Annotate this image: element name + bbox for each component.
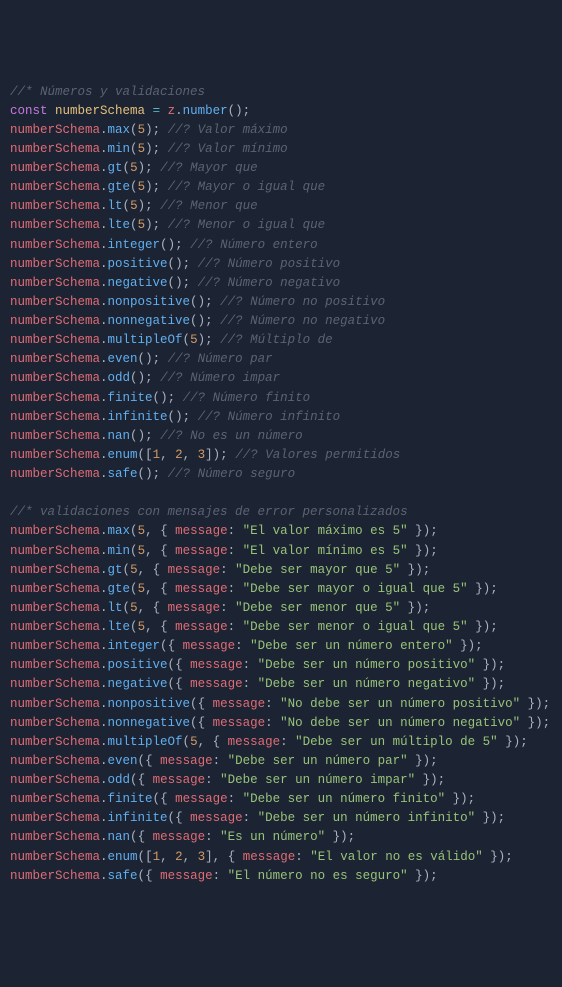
code-line: const numberSchema = z.number(); bbox=[10, 102, 552, 121]
code-line: numberSchema.lt(5); //? Menor que bbox=[10, 197, 552, 216]
code-line: numberSchema.gt(5); //? Mayor que bbox=[10, 159, 552, 178]
code-line: numberSchema.even({ message: "Debe ser u… bbox=[10, 752, 552, 771]
code-line: numberSchema.integer({ message: "Debe se… bbox=[10, 637, 552, 656]
code-line: numberSchema.nonpositive(); //? Número n… bbox=[10, 293, 552, 312]
code-line: numberSchema.nonpositive({ message: "No … bbox=[10, 695, 552, 714]
code-line: numberSchema.min(5, { message: "El valor… bbox=[10, 542, 552, 561]
code-line: numberSchema.positive(); //? Número posi… bbox=[10, 255, 552, 274]
code-line: numberSchema.finite({ message: "Debe ser… bbox=[10, 790, 552, 809]
code-line: //* Números y validaciones bbox=[10, 83, 552, 102]
code-line: numberSchema.min(5); //? Valor mínimo bbox=[10, 140, 552, 159]
code-line: numberSchema.positive({ message: "Debe s… bbox=[10, 656, 552, 675]
code-line: numberSchema.multipleOf(5); //? Múltiplo… bbox=[10, 331, 552, 350]
code-line: numberSchema.gt(5, { message: "Debe ser … bbox=[10, 561, 552, 580]
code-line: numberSchema.gte(5, { message: "Debe ser… bbox=[10, 580, 552, 599]
code-line: numberSchema.lt(5, { message: "Debe ser … bbox=[10, 599, 552, 618]
code-line: numberSchema.even(); //? Número par bbox=[10, 350, 552, 369]
code-line: numberSchema.negative({ message: "Debe s… bbox=[10, 675, 552, 694]
code-editor: //* Números y validacionesconst numberSc… bbox=[10, 83, 552, 886]
code-line: numberSchema.max(5, { message: "El valor… bbox=[10, 522, 552, 541]
code-line: numberSchema.odd({ message: "Debe ser un… bbox=[10, 771, 552, 790]
code-line: numberSchema.finite(); //? Número finito bbox=[10, 389, 552, 408]
code-line: numberSchema.nonnegative({ message: "No … bbox=[10, 714, 552, 733]
code-line: numberSchema.enum([1, 2, 3]); //? Valore… bbox=[10, 446, 552, 465]
code-line: numberSchema.integer(); //? Número enter… bbox=[10, 236, 552, 255]
code-line: numberSchema.infinite(); //? Número infi… bbox=[10, 408, 552, 427]
code-line: numberSchema.negative(); //? Número nega… bbox=[10, 274, 552, 293]
code-line: numberSchema.nan(); //? No es un número bbox=[10, 427, 552, 446]
code-line: numberSchema.enum([1, 2, 3], { message: … bbox=[10, 848, 552, 867]
code-line: numberSchema.infinite({ message: "Debe s… bbox=[10, 809, 552, 828]
code-line: numberSchema.lte(5, { message: "Debe ser… bbox=[10, 618, 552, 637]
code-line: numberSchema.lte(5); //? Menor o igual q… bbox=[10, 216, 552, 235]
code-line: numberSchema.max(5); //? Valor máximo bbox=[10, 121, 552, 140]
code-line: numberSchema.safe({ message: "El número … bbox=[10, 867, 552, 886]
code-line: numberSchema.multipleOf(5, { message: "D… bbox=[10, 733, 552, 752]
code-line: numberSchema.nonnegative(); //? Número n… bbox=[10, 312, 552, 331]
code-line: numberSchema.nan({ message: "Es un númer… bbox=[10, 828, 552, 847]
code-line bbox=[10, 484, 552, 503]
code-line: numberSchema.gte(5); //? Mayor o igual q… bbox=[10, 178, 552, 197]
code-line: numberSchema.safe(); //? Número seguro bbox=[10, 465, 552, 484]
code-line: numberSchema.odd(); //? Número impar bbox=[10, 369, 552, 388]
code-line: //* validaciones con mensajes de error p… bbox=[10, 503, 552, 522]
